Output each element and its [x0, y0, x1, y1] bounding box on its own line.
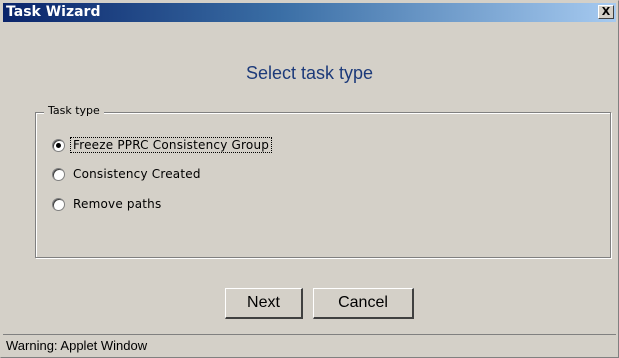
option-label-freeze-pprc[interactable]: Freeze PPRC Consistency Group: [69, 137, 273, 153]
radio-consistency-created[interactable]: [52, 167, 65, 181]
title-bar[interactable]: Task Wizard X: [3, 3, 616, 22]
next-button[interactable]: Next: [225, 288, 303, 319]
window-title: Task Wizard: [6, 4, 101, 20]
radio-remove-paths[interactable]: [52, 197, 65, 211]
option-remove-paths[interactable]: Remove paths: [52, 196, 163, 212]
group-title: Task type: [44, 104, 104, 117]
option-freeze-pprc[interactable]: Freeze PPRC Consistency Group: [52, 137, 273, 153]
status-bar: Warning: Applet Window: [3, 334, 616, 355]
page-heading: Select task type: [245, 63, 374, 83]
task-wizard-window: Task Wizard X Select task type Task type…: [0, 0, 619, 358]
close-icon: X: [601, 5, 611, 18]
radio-freeze-pprc[interactable]: [52, 138, 65, 152]
wizard-content: Select task type Task type Freeze PPRC C…: [3, 23, 616, 334]
close-button[interactable]: X: [598, 5, 614, 19]
option-label-consistency-created[interactable]: Consistency Created: [71, 167, 203, 181]
cancel-button[interactable]: Cancel: [313, 288, 414, 319]
option-consistency-created[interactable]: Consistency Created: [52, 166, 203, 182]
task-type-group: Task type Freeze PPRC Consistency Group …: [35, 104, 611, 258]
status-text: Warning: Applet Window: [6, 338, 148, 353]
option-label-remove-paths[interactable]: Remove paths: [71, 197, 163, 211]
